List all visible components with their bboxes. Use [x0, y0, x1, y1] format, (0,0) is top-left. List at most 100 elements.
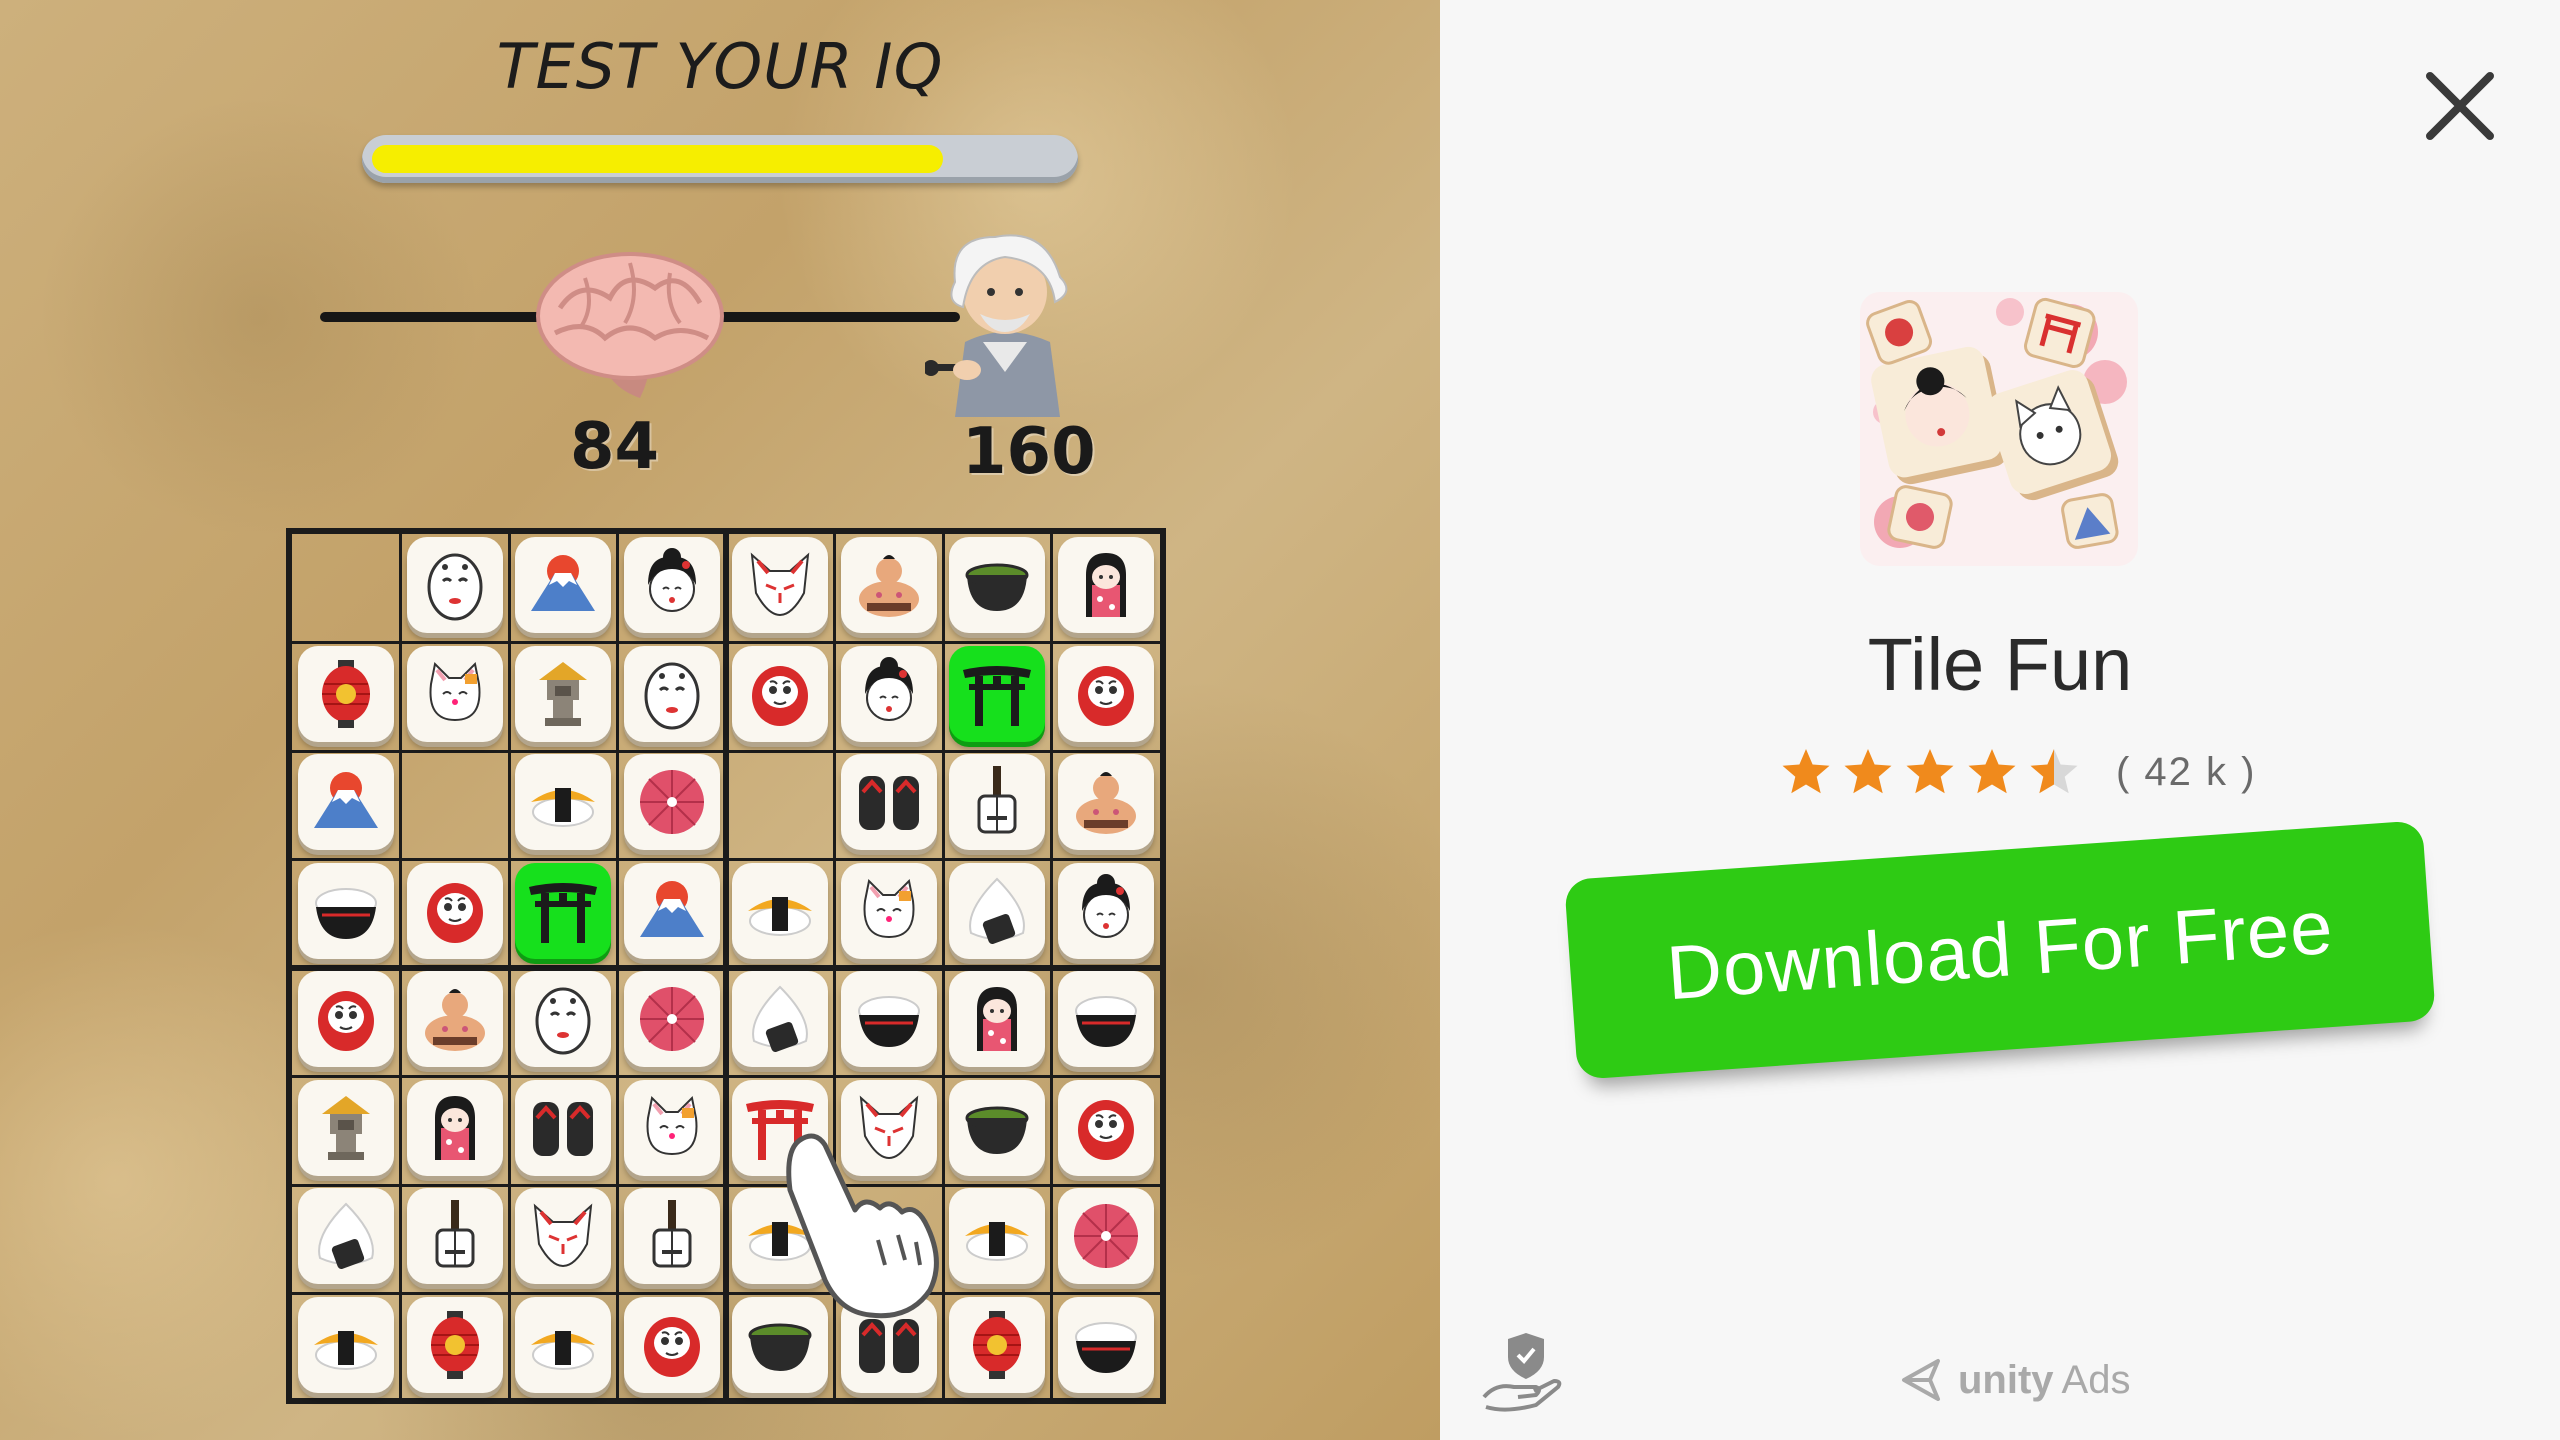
- onigiri-icon: [969, 877, 1026, 944]
- tile-daruma[interactable]: [406, 862, 503, 959]
- daruma-icon: [1077, 665, 1134, 726]
- tile-rice-bowl[interactable]: [1057, 1296, 1154, 1393]
- tile-sumo[interactable]: [1057, 754, 1154, 851]
- tile-onigiri[interactable]: [949, 862, 1046, 959]
- daruma-icon: [1077, 1099, 1134, 1160]
- stone-lantern-icon: [322, 1095, 371, 1160]
- tile-sushi[interactable]: [515, 1296, 612, 1393]
- daruma-icon: [318, 991, 375, 1052]
- sushi-icon: [965, 1222, 1030, 1262]
- tile-sumo[interactable]: [840, 537, 937, 634]
- tile-geisha[interactable]: [1057, 862, 1154, 959]
- tile-lantern[interactable]: [298, 645, 395, 742]
- tile-fuji[interactable]: [515, 537, 612, 634]
- tile-sushi[interactable]: [515, 754, 612, 851]
- tile-board: [286, 528, 1166, 1404]
- geisha-icon: [864, 656, 913, 721]
- noh-icon: [427, 553, 483, 621]
- tile-fox[interactable]: [732, 537, 829, 634]
- tile-cat[interactable]: [623, 1079, 720, 1176]
- cat-icon: [646, 1095, 698, 1155]
- download-button[interactable]: Download For Free: [1564, 820, 2436, 1080]
- tile-geta[interactable]: [515, 1079, 612, 1176]
- tile-sushi[interactable]: [949, 1188, 1046, 1285]
- tile-daruma[interactable]: [298, 971, 395, 1068]
- tile-onigiri[interactable]: [298, 1188, 395, 1285]
- geta-icon: [858, 776, 919, 831]
- tile-cat[interactable]: [406, 645, 503, 742]
- star-half-icon: [2030, 749, 2078, 794]
- tile-tea[interactable]: [949, 1079, 1046, 1176]
- tile-torii-hl[interactable]: [515, 862, 612, 959]
- shamisen-icon: [652, 1200, 692, 1268]
- rating: ( 42 k ): [1780, 742, 2256, 802]
- download-button-label: Download For Free: [1664, 884, 2336, 1016]
- tile-sushi[interactable]: [732, 862, 829, 959]
- sumo-icon: [424, 989, 485, 1052]
- iq-max-value: 160: [962, 415, 1096, 489]
- tile-noh[interactable]: [515, 971, 612, 1068]
- rice-bowl-icon: [1074, 996, 1137, 1048]
- tile-fox[interactable]: [515, 1188, 612, 1285]
- tile-daruma[interactable]: [732, 645, 829, 742]
- sushi-icon: [531, 788, 596, 828]
- sumo-icon: [1075, 772, 1136, 835]
- tile-rice-bowl[interactable]: [840, 971, 937, 1068]
- star-full-icon: [1968, 749, 2016, 794]
- tea-icon: [965, 1106, 1029, 1154]
- tile-rice-bowl[interactable]: [298, 862, 395, 959]
- tile-fuji[interactable]: [298, 754, 395, 851]
- noh-icon: [644, 662, 700, 730]
- tile-cat[interactable]: [840, 862, 937, 959]
- close-icon[interactable]: [2420, 66, 2500, 146]
- app-icon[interactable]: [1860, 292, 2138, 566]
- tile-geisha[interactable]: [840, 645, 937, 742]
- tile-daruma[interactable]: [623, 1296, 720, 1393]
- geisha-icon: [647, 548, 696, 613]
- tile-kokeshi[interactable]: [406, 1079, 503, 1176]
- tile-shamisen[interactable]: [406, 1188, 503, 1285]
- tile-rice-bowl[interactable]: [1057, 971, 1154, 1068]
- sushi-icon: [314, 1330, 379, 1370]
- tile-onigiri[interactable]: [732, 971, 829, 1068]
- fuji-icon: [314, 772, 379, 829]
- grid-line: [292, 1075, 1160, 1078]
- tile-fuji[interactable]: [623, 862, 720, 959]
- lantern-icon: [973, 1310, 1022, 1379]
- sushi-icon: [748, 896, 813, 936]
- grid-line: [1050, 534, 1053, 1398]
- umbrella-icon: [639, 770, 704, 835]
- fuji-icon: [531, 555, 596, 612]
- unity-icon: [1902, 1359, 1940, 1401]
- iq-progress-bar: [362, 135, 1078, 183]
- rice-bowl-icon: [1074, 1321, 1137, 1373]
- tile-geisha[interactable]: [623, 537, 720, 634]
- tile-shamisen[interactable]: [949, 754, 1046, 851]
- tile-stone-lantern[interactable]: [515, 645, 612, 742]
- shamisen-icon: [977, 766, 1017, 834]
- tile-umbrella[interactable]: [623, 754, 720, 851]
- grid-line: [292, 1183, 1160, 1187]
- tile-noh[interactable]: [406, 537, 503, 634]
- tile-lantern[interactable]: [406, 1296, 503, 1393]
- tile-lantern[interactable]: [949, 1296, 1046, 1393]
- tile-umbrella[interactable]: [1057, 1188, 1154, 1285]
- tile-torii-hl[interactable]: [949, 645, 1046, 742]
- tile-daruma[interactable]: [1057, 645, 1154, 742]
- tile-shamisen[interactable]: [623, 1188, 720, 1285]
- tile-kokeshi[interactable]: [949, 971, 1046, 1068]
- tile-daruma[interactable]: [1057, 1079, 1154, 1176]
- tile-stone-lantern[interactable]: [298, 1079, 395, 1176]
- tile-noh[interactable]: [623, 645, 720, 742]
- lantern-icon: [430, 1310, 479, 1379]
- tile-kokeshi[interactable]: [1057, 537, 1154, 634]
- tile-tea[interactable]: [949, 537, 1046, 634]
- shamisen-icon: [435, 1200, 475, 1268]
- tile-sumo[interactable]: [406, 971, 503, 1068]
- tile-geta[interactable]: [840, 754, 937, 851]
- rice-bowl-icon: [315, 887, 378, 939]
- tile-sushi[interactable]: [298, 1296, 395, 1393]
- pointer-hand-icon: [786, 1133, 939, 1319]
- privacy-icon[interactable]: [1476, 1325, 1566, 1415]
- tile-umbrella[interactable]: [623, 971, 720, 1068]
